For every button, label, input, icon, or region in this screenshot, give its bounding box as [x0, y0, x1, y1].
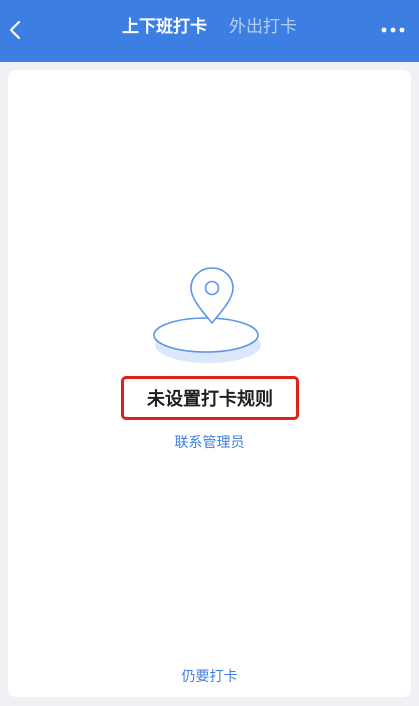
tab-outing-clock[interactable]: 外出打卡 [229, 16, 297, 38]
more-button[interactable] [379, 18, 407, 42]
content-card: 未设置打卡规则 联系管理员 仍要打卡 [8, 70, 411, 697]
more-dots-icon [381, 27, 405, 33]
location-pin-icon [153, 267, 261, 363]
tab-bar: 上下班打卡 外出打卡 [0, 0, 419, 62]
empty-state-title: 未设置打卡规则 [147, 389, 273, 410]
tab-commute-clock[interactable]: 上下班打卡 [122, 16, 207, 38]
top-navbar: 上下班打卡 外出打卡 [0, 0, 419, 62]
contact-admin-link[interactable]: 联系管理员 [8, 432, 411, 452]
empty-state-highlight: 未设置打卡规则 [121, 376, 299, 420]
still-clock-in-button[interactable]: 仍要打卡 [8, 666, 411, 686]
